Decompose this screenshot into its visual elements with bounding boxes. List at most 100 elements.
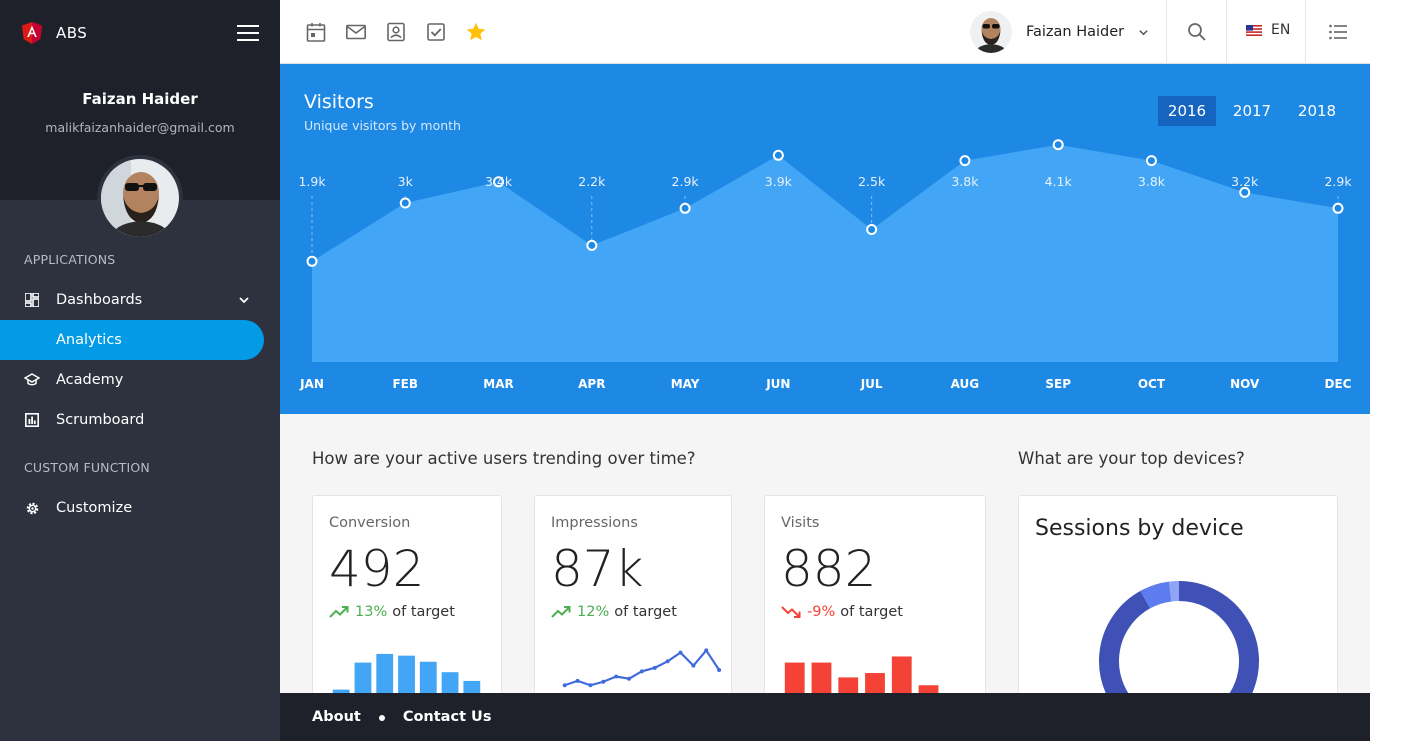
data-label: 2.9k	[672, 174, 700, 189]
x-tick-label: SEP	[1045, 377, 1071, 391]
sidebar-item-dashboards[interactable]: Dashboards	[0, 280, 264, 320]
x-tick-label: MAY	[671, 377, 700, 391]
card-trend: 13% of target	[329, 604, 455, 620]
data-label: 3.2k	[1231, 174, 1259, 189]
bar	[441, 672, 459, 694]
data-point	[627, 676, 632, 681]
x-tick-label: JAN	[299, 377, 324, 391]
avatar[interactable]	[97, 155, 183, 241]
donut-segment	[1140, 581, 1172, 609]
user-photo	[101, 159, 179, 237]
data-point	[1052, 139, 1064, 151]
data-label: 3k	[398, 174, 414, 189]
data-point	[588, 683, 593, 688]
topbar-user-name: Faizan Haider	[1026, 24, 1125, 40]
divider	[1226, 0, 1227, 64]
sidebar-item-customize[interactable]: Customize	[0, 488, 264, 528]
data-point	[959, 155, 971, 167]
widget-title: Visitors	[304, 91, 374, 113]
sidebar: ABS Faizan Haider malikfaizanhaider@gmai…	[0, 0, 280, 741]
todo-icon[interactable]	[425, 21, 447, 43]
us-flag-icon	[1246, 24, 1262, 36]
card-target-text: of target	[614, 604, 677, 620]
sidebar-item-label: Dashboards	[56, 292, 143, 308]
language-label: EN	[1271, 22, 1291, 38]
contacts-icon[interactable]	[385, 21, 407, 43]
year-tab-2018[interactable]: 2018	[1288, 96, 1346, 126]
user-menu-button[interactable]: Faizan Haider	[970, 10, 1149, 54]
data-point	[717, 668, 722, 672]
language-selector[interactable]: EN	[1246, 22, 1290, 38]
visitors-area	[312, 144, 1338, 362]
section-heading-users: How are your active users trending over …	[312, 449, 696, 468]
sidebar-item-academy[interactable]: Academy	[0, 360, 264, 400]
data-label: 2.5k	[858, 174, 886, 189]
x-tick-label: NOV	[1230, 377, 1260, 391]
brand[interactable]: ABS	[22, 22, 87, 44]
data-point	[665, 659, 670, 664]
bar	[811, 662, 832, 694]
data-point	[679, 202, 691, 214]
trend-line	[564, 648, 721, 687]
x-tick-label: AUG	[951, 377, 980, 391]
year-tab-2017[interactable]: 2017	[1223, 96, 1281, 126]
x-tick-label: DEC	[1325, 377, 1352, 391]
divider	[1166, 0, 1167, 64]
star-icon[interactable]	[465, 21, 487, 43]
sidebar-item-scrumboard[interactable]: Scrumboard	[0, 400, 264, 440]
footer-separator-dot	[378, 715, 385, 721]
year-tab-2016[interactable]: 2016	[1158, 96, 1216, 126]
settings-icon	[24, 500, 40, 516]
card-percent: 13%	[355, 604, 388, 620]
data-point	[639, 669, 644, 674]
card-value: 882	[781, 540, 877, 598]
card-label: Impressions	[551, 515, 638, 531]
x-tick-label: FEB	[392, 377, 418, 391]
data-point	[678, 650, 683, 655]
school-icon	[24, 372, 40, 388]
footer-contact-link[interactable]: Contact Us	[403, 709, 492, 725]
topbar: Faizan Haider EN	[280, 0, 1370, 64]
hamburger-line	[237, 25, 259, 27]
chevron-down-icon	[239, 297, 249, 304]
visitors-widget: 1.9k JAN 3k FEB 3.4k MAR 2.2k APR 2.9k MAY 3.9k JUN…	[280, 64, 1370, 414]
x-tick-label: JUN	[765, 377, 790, 391]
hamburger-line	[237, 32, 259, 34]
card-value: 492	[329, 540, 425, 598]
data-label: 2.9k	[1324, 174, 1352, 189]
card-label: Visits	[781, 515, 820, 531]
bar	[398, 655, 415, 694]
data-label: 4.1k	[1045, 174, 1073, 189]
bar	[419, 661, 437, 694]
mail-icon[interactable]	[345, 21, 367, 43]
divider	[1305, 0, 1306, 64]
bar	[838, 677, 859, 694]
data-label: 1.9k	[298, 174, 326, 189]
card-target-text: of target	[840, 604, 903, 620]
assessment-icon	[24, 412, 40, 428]
sidebar-item-label: Academy	[56, 372, 124, 388]
x-tick-label: APR	[578, 377, 605, 391]
bar	[376, 653, 394, 694]
data-point	[1145, 155, 1157, 167]
footer-about-link[interactable]: About	[312, 709, 361, 725]
avatar	[970, 11, 1012, 53]
data-point	[1332, 202, 1344, 214]
search-icon[interactable]	[1186, 21, 1208, 43]
dashboard-icon	[24, 292, 40, 308]
bar	[865, 673, 885, 694]
footer: About Contact Us	[280, 693, 1370, 741]
menu-toggle-button[interactable]	[237, 25, 259, 41]
x-tick-label: MAR	[483, 377, 513, 391]
sidebar-user-name: Faizan Haider	[82, 90, 198, 108]
data-label: 3.8k	[1138, 174, 1166, 189]
data-point	[614, 674, 619, 679]
sidebar-item-analytics[interactable]: Analytics	[0, 320, 264, 360]
calendar-icon[interactable]	[305, 21, 327, 43]
trending-down-icon	[781, 606, 801, 618]
data-point	[691, 663, 696, 668]
data-label: 3.8k	[951, 174, 979, 189]
list-icon[interactable]	[1327, 21, 1349, 43]
chevron-down-icon	[1139, 29, 1148, 35]
data-point	[866, 224, 878, 235]
